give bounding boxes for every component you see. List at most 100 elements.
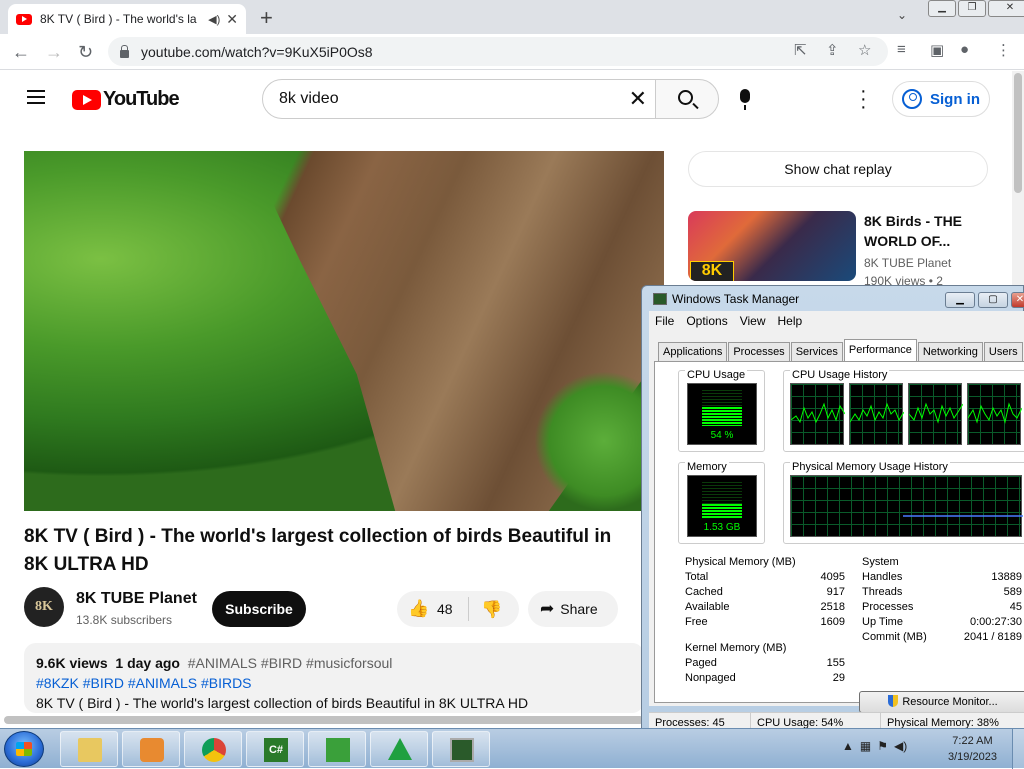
menu-view[interactable]: View xyxy=(734,311,772,331)
taskbar-triangle-app-button[interactable] xyxy=(370,731,428,767)
share-button[interactable]: ➦ Share xyxy=(528,591,618,627)
tm-minimize-button[interactable]: ▁ xyxy=(945,292,975,308)
stat-value: 589 xyxy=(1003,586,1022,598)
memory-meter: 1.53 GB xyxy=(687,475,757,537)
url-text: youtube.com/watch?v=9KuX5iP0Os8 xyxy=(141,43,373,60)
search-button[interactable] xyxy=(655,79,719,119)
search-icon xyxy=(678,90,693,105)
taskbar-media-player-button[interactable] xyxy=(122,731,180,767)
share-page-icon[interactable]: ⇪ xyxy=(826,41,839,59)
tab-applications[interactable]: Applications xyxy=(658,342,728,361)
volume-icon[interactable]: ◀) xyxy=(894,739,907,753)
cpu-usage-meter: 54 % xyxy=(687,383,757,445)
hashtags-top[interactable]: #ANIMALS #BIRD #musicforsoul xyxy=(188,655,393,671)
menu-help[interactable]: Help xyxy=(772,311,809,331)
recommended-video-title[interactable]: 8K Birds - THE WORLD OF... xyxy=(864,211,988,251)
media-control-icon[interactable]: ≡ xyxy=(897,41,906,58)
scrollbar-thumb[interactable] xyxy=(1014,73,1022,193)
reload-icon[interactable]: ↻ xyxy=(78,42,93,63)
sign-in-button[interactable]: Sign in xyxy=(892,81,990,117)
recommended-video-thumbnail[interactable]: 8K xyxy=(688,211,856,281)
action-center-flag-icon[interactable]: ⚑ xyxy=(877,739,888,753)
video-title: 8K TV ( Bird ) - The world's largest col… xyxy=(24,526,612,575)
stat-value: 45 xyxy=(1009,601,1022,613)
close-tab-icon[interactable]: ✕ xyxy=(226,11,238,28)
taskbar-app-button[interactable] xyxy=(308,731,366,767)
recommended-channel[interactable]: 8K TUBE Planet xyxy=(864,256,951,270)
show-desktop-button[interactable] xyxy=(1012,729,1024,769)
profile-icon[interactable]: ● xyxy=(960,41,969,58)
stat-value: 4095 xyxy=(820,571,845,583)
network-icon[interactable]: ▦ xyxy=(860,739,871,753)
stat-row: Total 4095 xyxy=(685,571,845,583)
lock-icon[interactable] xyxy=(120,44,129,58)
tab-search-chevron-icon[interactable]: ⌄ xyxy=(897,8,907,22)
resource-monitor-button[interactable]: Resource Monitor... xyxy=(859,691,1024,713)
browser-tab[interactable]: 8K TV ( Bird ) - The world's la ◀) ✕ xyxy=(8,4,246,34)
bookmark-star-icon[interactable]: ☆ xyxy=(858,41,871,59)
channel-avatar[interactable]: 8K xyxy=(24,587,64,627)
tab-processes[interactable]: Processes xyxy=(728,342,790,361)
tm-close-button[interactable]: ✕ xyxy=(1011,292,1024,308)
stat-label: Commit (MB) xyxy=(862,631,927,643)
horizontal-scrollbar[interactable] xyxy=(4,716,644,724)
tab-networking[interactable]: Networking xyxy=(917,342,983,361)
media-player-icon xyxy=(140,738,164,762)
stat-row: Up Time 0:00:27:30 xyxy=(862,616,1022,628)
csharp-icon: C# xyxy=(264,738,288,762)
video-player[interactable] xyxy=(24,151,664,511)
back-arrow-icon[interactable]: ← xyxy=(12,42,30,63)
tab-users[interactable]: Users xyxy=(983,342,1023,361)
chrome-menu-icon[interactable]: ⋮ xyxy=(996,41,1011,59)
tab-services[interactable]: Services xyxy=(790,342,843,361)
channel-name[interactable]: 8K TUBE Planet xyxy=(76,590,197,608)
memory-meter-fill xyxy=(702,504,742,518)
tm-maximize-button[interactable]: ▢ xyxy=(978,292,1008,308)
like-thumb-up-icon[interactable]: 👍 xyxy=(408,599,429,619)
performance-panel: CPU Usage 54 % CPU Usage History Memory xyxy=(654,361,1024,713)
task-manager-taskbar-icon xyxy=(450,738,474,762)
youtube-logo[interactable]: YouTube xyxy=(72,88,180,111)
chrome-toolbar: ← → ↻ youtube.com/watch?v=9KuX5iP0Os8 ⇱ … xyxy=(0,34,1024,70)
taskbar-explorer-button[interactable] xyxy=(60,731,118,767)
close-window-button[interactable]: ✕ xyxy=(988,0,1024,17)
start-button[interactable] xyxy=(4,731,44,767)
show-hidden-icons-icon[interactable]: ▲ xyxy=(842,739,854,753)
minimize-button[interactable]: ▁ xyxy=(928,0,956,17)
new-tab-button[interactable]: + xyxy=(260,5,273,31)
subscriber-count: 13.8K subscribers xyxy=(76,613,173,627)
show-chat-replay-button[interactable]: Show chat replay xyxy=(688,151,988,187)
restore-button[interactable]: ❐ xyxy=(958,0,986,17)
menu-file[interactable]: File xyxy=(649,311,680,331)
open-in-app-icon[interactable]: ⇱ xyxy=(794,41,807,59)
settings-more-icon[interactable]: · · · xyxy=(860,81,867,117)
menu-options[interactable]: Options xyxy=(680,311,733,331)
hashtags-line[interactable]: #8KZK #BIRD #ANIMALS #BIRDS xyxy=(36,673,632,693)
side-panel-icon[interactable]: ▣ xyxy=(930,41,944,59)
cpu-history-graph-core-1 xyxy=(790,383,845,445)
clock[interactable]: 7:22 AM 3/19/2023 xyxy=(948,733,997,765)
youtube-favicon-icon xyxy=(16,13,32,25)
voice-search-mic-icon[interactable] xyxy=(740,89,750,110)
subscribe-button[interactable]: Subscribe xyxy=(212,591,306,627)
taskbar-csharp-button[interactable]: C# xyxy=(246,731,304,767)
clear-search-icon[interactable]: ✕ xyxy=(629,80,647,118)
address-bar[interactable]: youtube.com/watch?v=9KuX5iP0Os8 xyxy=(108,37,888,66)
taskbar-task-manager-button[interactable] xyxy=(432,731,490,767)
like-count: 48 xyxy=(437,601,453,617)
tab-performance[interactable]: Performance xyxy=(843,339,917,361)
taskbar-chrome-button[interactable] xyxy=(184,731,242,767)
search-input[interactable]: 8k video ✕ xyxy=(262,79,656,119)
stat-row: Processes 45 xyxy=(862,601,1022,613)
cpu-usage-label: CPU Usage xyxy=(685,369,748,381)
guide-menu-icon[interactable] xyxy=(27,90,45,104)
audio-playing-icon[interactable]: ◀) xyxy=(208,13,220,26)
forward-arrow-icon[interactable]: → xyxy=(45,42,63,63)
stat-value: 13889 xyxy=(991,571,1022,583)
stat-label: Cached xyxy=(685,586,723,598)
description-box[interactable]: 9.6K views 1 day ago #ANIMALS #BIRD #mus… xyxy=(24,643,644,713)
stat-value: 2518 xyxy=(820,601,845,613)
dislike-thumb-down-icon[interactable]: 👎 xyxy=(481,600,502,620)
youtube-play-logo-icon xyxy=(72,89,101,110)
system-tray: ▲ ▦ ⚑ ◀) xyxy=(842,739,907,753)
